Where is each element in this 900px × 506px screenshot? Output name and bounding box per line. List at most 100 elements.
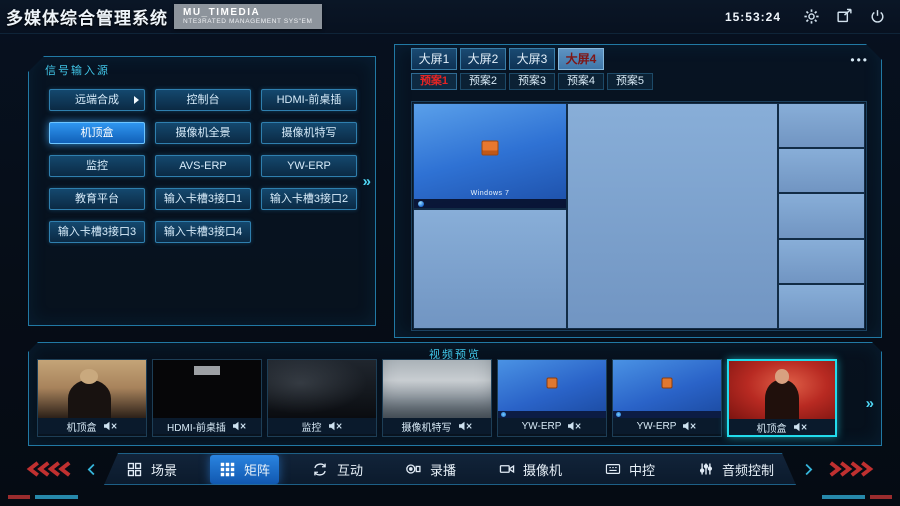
display-capture-icon[interactable] <box>834 7 854 27</box>
bottom-left-decoration <box>8 495 98 499</box>
preview-thumb-4[interactable]: 摄像机特写 <box>382 359 492 437</box>
preview-label: 摄像机特写 <box>402 419 452 434</box>
toolbar-item-3[interactable]: 互动 <box>303 455 372 484</box>
source-button-14[interactable]: 输入卡槽3接口4 <box>155 221 251 243</box>
mute-icon[interactable] <box>328 421 343 431</box>
source-button-label: 输入卡槽3接口1 <box>164 193 242 205</box>
desktop-icon <box>662 378 673 389</box>
wall-cell-right-1[interactable] <box>779 104 864 147</box>
source-button-11[interactable]: 输入卡槽3接口1 <box>155 188 251 210</box>
toolbar-label: 录播 <box>430 460 456 479</box>
cyan-chevron-right-icon <box>804 462 814 477</box>
preview-image <box>613 360 721 418</box>
mute-icon[interactable] <box>567 421 582 431</box>
record-icon <box>405 461 422 477</box>
source-button-13[interactable]: 输入卡槽3接口3 <box>49 221 145 243</box>
source-button-9[interactable]: YW-ERP <box>261 155 357 177</box>
signal-sources-title: 信号输入源 <box>45 62 110 78</box>
preview-thumb-2[interactable]: HDMI-前桌插 <box>152 359 262 437</box>
desktop-watermark: Windows 7 <box>414 190 566 197</box>
preview-thumb-1[interactable]: 机顶盒 <box>37 359 147 437</box>
source-button-8[interactable]: AVS-ERP <box>155 155 251 177</box>
video-wall-grid: Windows 7 <box>413 103 865 329</box>
video-preview-panel: 视频预览 机顶盒HDMI-前桌插监控摄像机特写YW-ERPYW-ERP机顶盒 » <box>28 342 882 446</box>
wall-cell-right-4[interactable] <box>779 240 864 283</box>
brand-subtitle: NTE3RATED MANAGEMENT SYS"EM <box>183 18 313 25</box>
preview-label-bar: 摄像机特写 <box>383 418 491 434</box>
mute-icon[interactable] <box>232 421 247 431</box>
interaction-icon <box>312 461 329 477</box>
mute-icon[interactable] <box>793 422 808 432</box>
preview-label-bar: 监控 <box>268 418 376 434</box>
source-button-4[interactable]: 机顶盒 <box>49 122 145 144</box>
preview-thumb-7[interactable]: 机顶盒 <box>727 359 837 437</box>
source-button-label: 教育平台 <box>75 193 119 205</box>
preview-label-bar: YW-ERP <box>613 418 721 434</box>
toolbar-item-2[interactable]: 矩阵 <box>210 455 279 484</box>
preset-tab-4[interactable]: 预案4 <box>558 73 604 90</box>
preset-tabs: 预案1预案2预案3预案4预案5 <box>411 73 653 90</box>
mute-icon[interactable] <box>458 421 473 431</box>
preview-thumb-3[interactable]: 监控 <box>267 359 377 437</box>
wall-cell-main[interactable] <box>568 104 777 328</box>
preview-image <box>38 360 146 418</box>
wall-right-column <box>779 104 864 328</box>
source-button-5[interactable]: 摄像机全景 <box>155 122 251 144</box>
person-silhouette <box>765 380 799 419</box>
screen-tab-3[interactable]: 大屏3 <box>509 48 555 70</box>
screen-preview-panel: 大屏1大屏2大屏3大屏4 预案1预案2预案3预案4预案5 ••• Windows… <box>394 44 882 338</box>
wall-cell-desktop[interactable]: Windows 7 <box>414 104 566 208</box>
person-silhouette <box>68 380 111 418</box>
preset-tab-3[interactable]: 预案3 <box>509 73 555 90</box>
app-title: 多媒体综合管理系统 <box>6 4 168 29</box>
wall-cell-right-3[interactable] <box>779 194 864 237</box>
screen-tab-4[interactable]: 大屏4 <box>558 48 604 70</box>
wall-cell-right-2[interactable] <box>779 149 864 192</box>
toolbar-item-5[interactable]: 摄像机 <box>489 455 571 484</box>
preview-label: YW-ERP <box>637 421 677 432</box>
source-button-label: 远端合成 <box>75 94 119 106</box>
clock: 15:53:24 <box>725 10 781 24</box>
more-options-icon[interactable]: ••• <box>850 53 869 67</box>
source-button-10[interactable]: 教育平台 <box>49 188 145 210</box>
bottom-toolbar: 场景矩阵互动 录播 摄像机 中控 音频控制 <box>0 452 900 486</box>
source-button-3[interactable]: HDMI-前桌插 <box>261 89 357 111</box>
toolbar-label: 中控 <box>629 460 655 479</box>
preset-tab-1[interactable]: 预案1 <box>411 73 457 90</box>
matrix-icon <box>219 461 236 477</box>
screen-tab-2[interactable]: 大屏2 <box>460 48 506 70</box>
preset-tab-2[interactable]: 预案2 <box>460 73 506 90</box>
screen-tab-1[interactable]: 大屏1 <box>411 48 457 70</box>
expand-preview-icon[interactable]: » <box>866 395 874 412</box>
chevrons-right-icon <box>822 461 878 477</box>
preview-thumb-5[interactable]: YW-ERP <box>497 359 607 437</box>
top-bar: 多媒体综合管理系统 MU_TIMEDIA NTE3RATED MANAGEMEN… <box>0 0 900 34</box>
mute-icon[interactable] <box>103 421 118 431</box>
preview-label-bar: 机顶盒 <box>729 419 835 435</box>
power-icon[interactable] <box>867 7 887 27</box>
preview-label: HDMI-前桌插 <box>167 419 226 434</box>
source-button-6[interactable]: 摄像机特写 <box>261 122 357 144</box>
signal-sources-panel: 信号输入源 远端合成 控制台 HDMI-前桌插机顶盒摄像机全景摄像机特写监控 AVS-… <box>28 56 376 326</box>
preset-tab-5[interactable]: 预案5 <box>607 73 653 90</box>
source-button-12[interactable]: 输入卡槽3接口2 <box>261 188 357 210</box>
source-button-1[interactable]: 远端合成 <box>49 89 145 111</box>
brand-name: MU_TIMEDIA <box>183 7 313 18</box>
source-button-7[interactable]: 监控 <box>49 155 145 177</box>
expand-sources-icon[interactable]: » <box>363 173 371 190</box>
preview-thumb-6[interactable]: YW-ERP <box>612 359 722 437</box>
source-button-2[interactable]: 控制台 <box>155 89 251 111</box>
preview-label-bar: HDMI-前桌插 <box>153 418 261 434</box>
source-button-label: 输入卡槽3接口3 <box>58 226 136 238</box>
wall-cell-bottom-left[interactable] <box>414 210 566 328</box>
wall-cell-right-5[interactable] <box>779 285 864 328</box>
mute-icon[interactable] <box>682 421 697 431</box>
toolbar-label: 音频控制 <box>722 460 774 479</box>
toolbar-item-7[interactable]: 音频控制 <box>688 455 783 484</box>
toolbar-item-6[interactable]: 中控 <box>595 455 664 484</box>
toolbar-item-1[interactable]: 场景 <box>117 455 186 484</box>
preview-image <box>153 360 261 418</box>
audio-icon <box>697 461 714 477</box>
toolbar-item-4[interactable]: 录播 <box>396 455 465 484</box>
settings-gear-icon[interactable] <box>801 7 821 27</box>
